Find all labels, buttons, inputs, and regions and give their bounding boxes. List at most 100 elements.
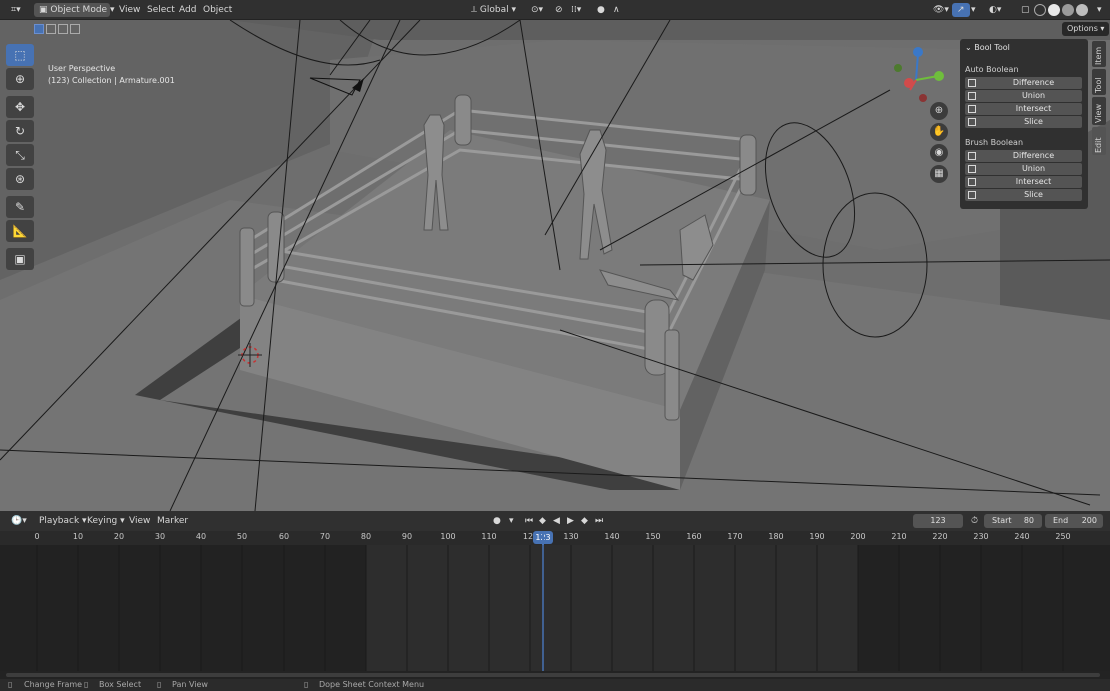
tab-label: Item bbox=[1094, 46, 1103, 65]
end-frame-field[interactable]: End 200 bbox=[1045, 514, 1103, 528]
timeline-grid bbox=[0, 545, 1110, 671]
button-label: Intersect bbox=[1015, 177, 1052, 186]
overlays-button[interactable]: ◐▾ bbox=[984, 3, 1006, 17]
annotate-icon[interactable]: ✎ bbox=[6, 196, 34, 218]
button-label: Difference bbox=[1012, 151, 1055, 160]
auto-union-button[interactable]: Union bbox=[965, 90, 1082, 102]
options-button[interactable]: Options ▾ bbox=[1062, 22, 1110, 36]
ruler-tick: 210 bbox=[891, 532, 907, 541]
ruler-tick: 0 bbox=[34, 532, 40, 541]
pivot-point-button[interactable]: ⊙▾ bbox=[526, 3, 548, 17]
timeline-editor-type-button[interactable]: 🕒▾ bbox=[6, 514, 32, 528]
start-frame-field[interactable]: Start 80 bbox=[984, 514, 1042, 528]
mode-icon: ▣ bbox=[39, 5, 51, 15]
transform-icon[interactable]: ⊛ bbox=[6, 168, 34, 190]
mode-select[interactable]: ▣ Object Mode ▾ bbox=[34, 3, 114, 17]
select-subtract-icon[interactable] bbox=[58, 24, 68, 34]
end-label: End bbox=[1053, 516, 1069, 525]
frame-ruler[interactable]: 0 10 20 30 40 50 60 70 80 90 100 110 12 … bbox=[0, 531, 1110, 545]
measure-icon[interactable]: 📐 bbox=[6, 220, 34, 242]
move-icon[interactable]: ✥ bbox=[6, 96, 34, 118]
brush-union-button[interactable]: Union bbox=[965, 163, 1082, 175]
keying-set-button[interactable]: ▾ bbox=[504, 514, 519, 528]
start-label: Start bbox=[992, 516, 1012, 525]
ruler-tick: 140 bbox=[604, 532, 620, 541]
rendered-shading-icon[interactable] bbox=[1076, 4, 1088, 16]
select-extend-icon[interactable] bbox=[46, 24, 56, 34]
menu-view[interactable]: View bbox=[114, 3, 145, 17]
ruler-tick: 40 bbox=[195, 532, 207, 541]
tab-edit[interactable]: Edit bbox=[1092, 127, 1106, 155]
transform-orientation-select[interactable]: ⟂ Global ▾ bbox=[466, 3, 521, 17]
brush-intersect-button[interactable]: Intersect bbox=[965, 176, 1082, 188]
auto-difference-button[interactable]: Difference bbox=[965, 77, 1082, 89]
pan-hand-icon[interactable]: ✋ bbox=[930, 123, 948, 141]
ruler-tick: 150 bbox=[645, 532, 661, 541]
tab-tool[interactable]: Tool bbox=[1092, 69, 1106, 95]
timeline-area[interactable] bbox=[0, 531, 1110, 671]
snap-toggle-icon[interactable]: ⊘ bbox=[550, 3, 568, 17]
select-new-icon[interactable] bbox=[34, 24, 44, 34]
shading-options-button[interactable]: ▾ bbox=[1092, 3, 1107, 17]
stopwatch-icon[interactable]: ⏱ bbox=[966, 514, 983, 528]
gizmo-menu-button[interactable]: ▾ bbox=[966, 3, 981, 17]
tab-item[interactable]: Item bbox=[1092, 41, 1106, 67]
wireframe-shading-icon[interactable] bbox=[1034, 4, 1046, 16]
menu-keying[interactable]: Keying ▾ bbox=[82, 514, 130, 528]
ruler-tick: 160 bbox=[686, 532, 702, 541]
ruler-tick: 70 bbox=[319, 532, 331, 541]
viewport-info: User Perspective (123) Collection | Arma… bbox=[48, 63, 175, 87]
select-invert-icon[interactable] bbox=[70, 24, 80, 34]
brush-difference-button[interactable]: Difference bbox=[965, 150, 1082, 162]
perspective-toggle-icon[interactable]: ▦ bbox=[930, 165, 948, 183]
tab-label: View bbox=[1094, 104, 1103, 123]
button-label: Union bbox=[1021, 91, 1046, 100]
bool-tool-panel: ⌄ Bool Tool Auto Boolean Difference Unio… bbox=[960, 39, 1088, 209]
add-cube-icon[interactable]: ▣ bbox=[6, 248, 34, 270]
select-mode-icons[interactable] bbox=[34, 23, 80, 36]
rotate-icon[interactable]: ↻ bbox=[6, 120, 34, 142]
menu-keying-label: Keying bbox=[87, 516, 118, 526]
union-icon bbox=[968, 92, 976, 100]
auto-intersect-button[interactable]: Intersect bbox=[965, 103, 1082, 115]
slice-icon bbox=[968, 191, 976, 199]
camera-view-icon[interactable]: ◉ bbox=[930, 144, 948, 162]
cursor-icon[interactable]: ⊕ bbox=[6, 68, 34, 90]
status-box-select: Box Select bbox=[99, 680, 142, 689]
zoom-icon[interactable]: ⊕ bbox=[930, 102, 948, 120]
3d-viewport[interactable]: Options ▾ ⬚ ⊕ ✥ ↻ ⤡ ⊛ ✎ 📐 ▣ User Perspec… bbox=[0, 20, 1110, 511]
brush-slice-button[interactable]: Slice bbox=[965, 189, 1082, 201]
falloff-icon[interactable]: ∧ bbox=[608, 3, 625, 17]
brush-boolean-label: Brush Boolean bbox=[965, 138, 1024, 147]
playhead-line[interactable] bbox=[542, 531, 544, 545]
editor-type-button[interactable]: ⌗▾ bbox=[6, 3, 26, 17]
current-frame-field[interactable]: 123 bbox=[913, 514, 963, 528]
tab-view[interactable]: View bbox=[1092, 97, 1106, 125]
orientation-icon: ⟂ bbox=[471, 5, 480, 15]
menu-object[interactable]: Object bbox=[198, 3, 237, 17]
end-value: 200 bbox=[1081, 516, 1097, 525]
intersect-icon bbox=[968, 105, 976, 113]
ruler-tick: 170 bbox=[727, 532, 743, 541]
scrollbar-thumb[interactable] bbox=[6, 673, 1100, 677]
status-change-frame: Change Frame bbox=[24, 680, 83, 689]
snap-target-button[interactable]: ⁞⁞▾ bbox=[566, 3, 586, 17]
viewport-header: ⌗▾ ▣ Object Mode ▾ View Select Add Objec… bbox=[0, 0, 1110, 20]
select-box-icon[interactable]: ⬚ bbox=[6, 44, 34, 66]
menu-marker[interactable]: Marker bbox=[152, 514, 193, 528]
tab-label: Edit bbox=[1094, 137, 1103, 154]
panel-header[interactable]: ⌄ Bool Tool bbox=[965, 43, 1010, 52]
scale-icon[interactable]: ⤡ bbox=[6, 144, 34, 166]
xray-toggle-icon[interactable]: ▢ bbox=[1016, 3, 1035, 17]
material-shading-icon[interactable] bbox=[1062, 4, 1074, 16]
transform-orientation-label: Global bbox=[479, 5, 509, 15]
gizmo-visibility-button[interactable]: 👁▾ bbox=[928, 3, 954, 17]
button-label: Slice bbox=[1024, 117, 1043, 126]
timeline-header: 🕒▾ Playback ▾ Keying ▾ View Marker ● ▾ ⏮… bbox=[0, 511, 1110, 531]
jump-end-icon[interactable]: ⏭ bbox=[590, 514, 608, 528]
solid-shading-icon[interactable] bbox=[1048, 4, 1060, 16]
timeline-scrollbar[interactable] bbox=[0, 671, 1110, 679]
auto-slice-button[interactable]: Slice bbox=[965, 116, 1082, 128]
button-label: Difference bbox=[1012, 78, 1055, 87]
menu-timeline-view[interactable]: View bbox=[124, 514, 155, 528]
